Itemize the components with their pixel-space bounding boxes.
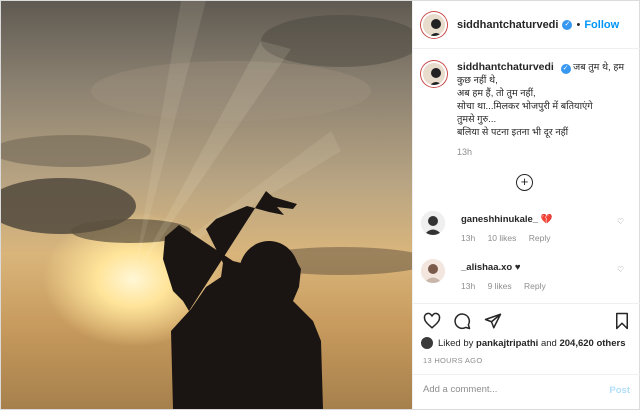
verified-badge-icon: ✓ [562,19,573,30]
liked-by-summary: Liked by pankajtripathi and 204,620 othe… [421,337,625,349]
caption-line: कुछ नहीं थे, [457,75,498,86]
caption-line: सोचा था...मिलकर भोजपुरी में बतियाएंगे [457,101,593,112]
sunset-silhouette-image [1,1,412,409]
share-paper-plane-icon[interactable] [484,312,502,330]
caption-line: तुमसे गुरु... [457,114,497,125]
comment-text: 💔 [540,214,553,225]
like-heart-icon[interactable] [423,312,441,330]
comment-username[interactable]: _alishaa.xo [461,262,512,273]
caption-timestamp[interactable]: 13h [457,146,624,159]
liker-avatar[interactable] [421,337,433,349]
post-sidebar: siddhantchaturvedi ✓ • Follow siddhantch… [412,1,640,409]
comment-username[interactable]: ganeshhinukale_ [461,214,538,225]
liked-by-username[interactable]: pankajtripathi [476,338,538,349]
caption-username[interactable]: siddhantchaturvedi [457,61,554,73]
add-comment-bar: Post [413,374,640,408]
verified-badge-icon: ✓ [560,64,571,74]
comment-time[interactable]: 13h [461,281,475,291]
instagram-post-modal: siddhantchaturvedi ✓ • Follow siddhantch… [0,0,640,410]
comment-likes[interactable]: 10 likes [488,233,517,243]
comment-time[interactable]: 13h [461,233,475,243]
comment-like-heart-icon[interactable]: ♡ [617,217,624,226]
post-comment-button[interactable]: Post [609,385,630,396]
post-caption: siddhantchaturvedi ✓ जब तुम थे, हम कुछ न… [421,61,633,159]
add-comment-input[interactable] [423,384,593,395]
commenter-avatar[interactable] [421,211,445,235]
comment-reply-button[interactable]: Reply [524,281,546,291]
comment-like-heart-icon[interactable]: ♡ [617,265,624,274]
caption-line: अब हम हैं, तो तुम नहीं, [457,88,536,99]
author-username[interactable]: siddhantchaturvedi [457,19,558,31]
separator-dot: • [576,18,581,31]
follow-button[interactable]: Follow [584,19,619,31]
comment-likes[interactable]: 9 likes [488,281,512,291]
post-header: siddhantchaturvedi ✓ • Follow [413,1,640,49]
comment-bubble-icon[interactable] [453,312,471,330]
post-photo[interactable] [1,1,412,409]
caption-author-avatar[interactable] [421,61,447,87]
post-actions: Liked by pankajtripathi and 204,620 othe… [413,303,640,407]
caption-line: जब तुम थे, हम [573,62,625,73]
comment-reply-button[interactable]: Reply [529,233,551,243]
plus-circle-icon[interactable]: + [516,174,533,191]
comment-text: ♥ [514,262,521,273]
bookmark-icon[interactable] [614,312,630,330]
liked-by-others-count[interactable]: 204,620 others [559,338,625,349]
caption-line: बलिया से पटना इतना भी दूर नहीं [457,127,569,138]
commenter-avatar[interactable] [421,259,445,283]
post-time-ago[interactable]: 13 HOURS AGO [423,356,482,365]
author-avatar[interactable] [421,11,447,38]
